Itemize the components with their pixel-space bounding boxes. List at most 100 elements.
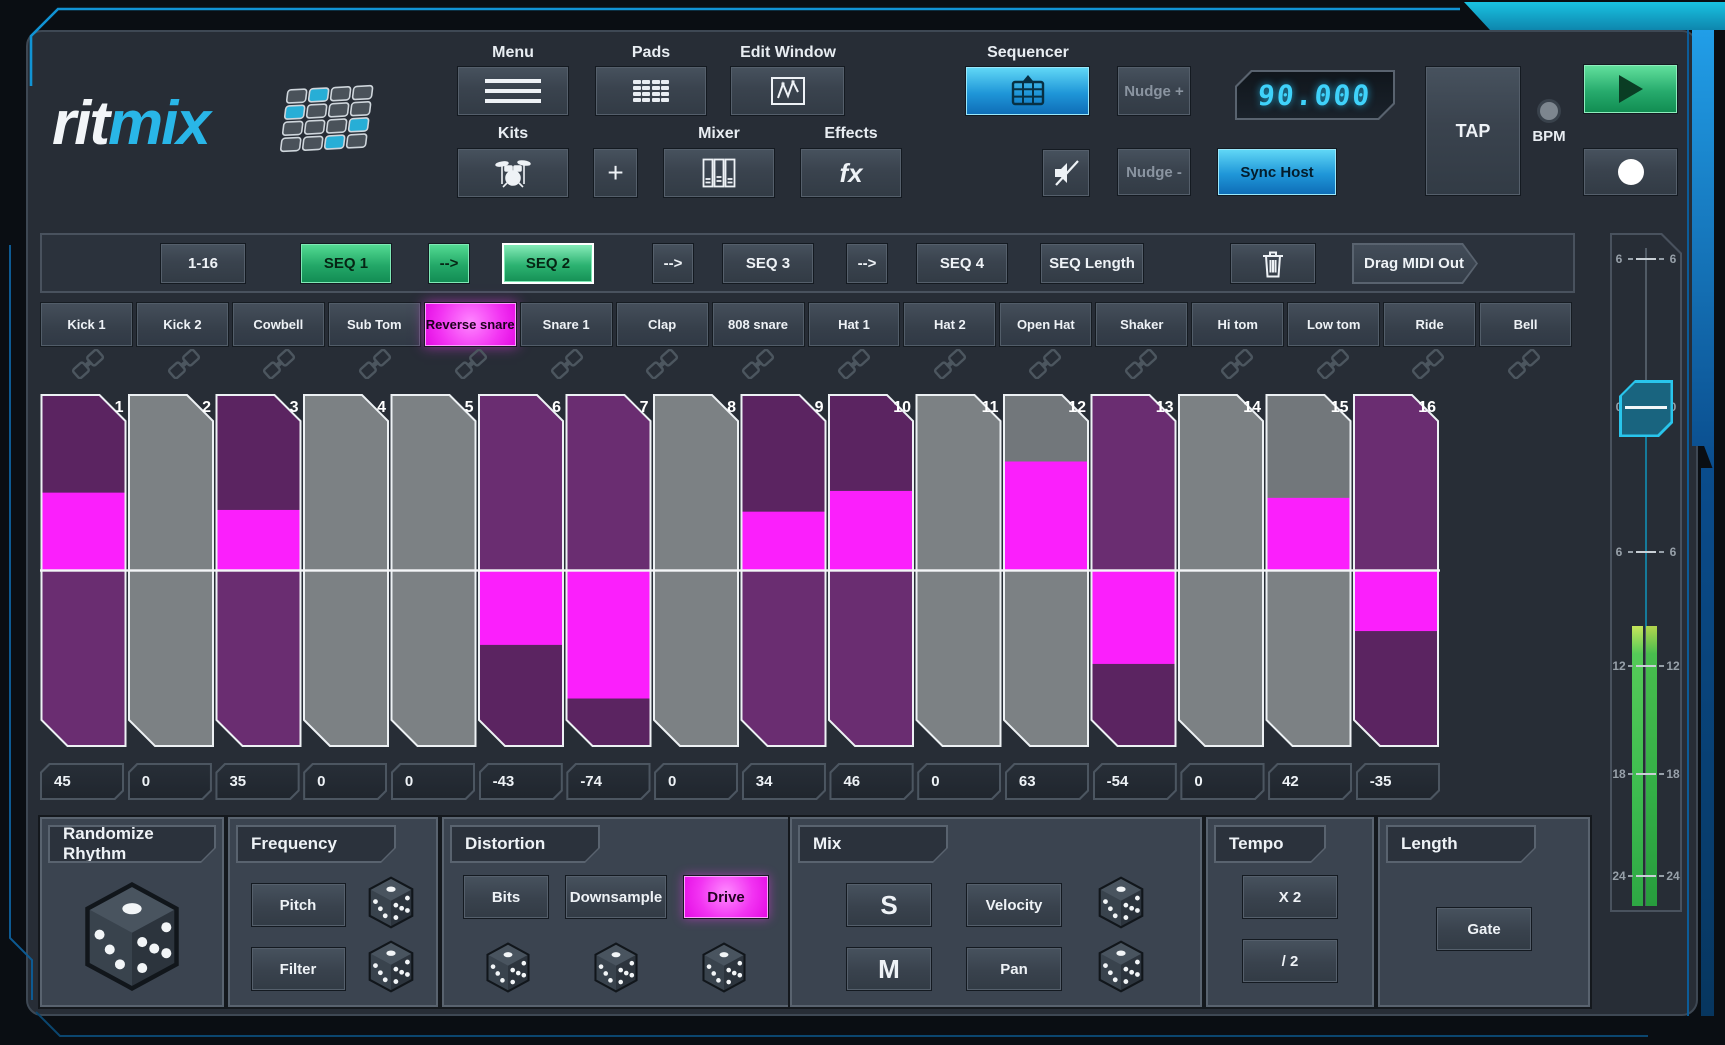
clear-button[interactable]: [1230, 243, 1316, 284]
track-link-icon[interactable]: [615, 349, 711, 379]
play-button[interactable]: [1583, 64, 1678, 114]
tap-button[interactable]: TAP: [1425, 66, 1521, 196]
step-value-box[interactable]: 35: [215, 763, 299, 800]
track-button-bell[interactable]: Bell: [1479, 302, 1572, 347]
step-value-box[interactable]: 42: [1268, 763, 1352, 800]
filter-button[interactable]: Filter: [251, 947, 346, 991]
track-link-icon[interactable]: [232, 349, 328, 379]
track-button-open-hat[interactable]: Open Hat: [999, 302, 1092, 347]
track-button-low-tom[interactable]: Low tom: [1287, 302, 1380, 347]
effects-button[interactable]: fx: [800, 148, 902, 198]
mute-button[interactable]: [1042, 149, 1090, 197]
step-value-box[interactable]: 0: [303, 763, 387, 800]
pitch-button[interactable]: Pitch: [251, 883, 346, 927]
edit-window-button[interactable]: [730, 66, 845, 116]
kits-button[interactable]: [457, 148, 569, 198]
seq-3-button[interactable]: SEQ 3: [722, 243, 814, 284]
track-link-icon[interactable]: [1285, 349, 1381, 379]
seq-arrow-2[interactable]: -->: [652, 243, 694, 284]
bpm-display[interactable]: 90.000: [1235, 70, 1395, 120]
solo-button[interactable]: S: [846, 883, 932, 927]
track-button-snare-1[interactable]: Snare 1: [520, 302, 613, 347]
nudge-plus-button[interactable]: Nudge +: [1117, 66, 1191, 116]
step-value-box[interactable]: 0: [917, 763, 1001, 800]
nudge-minus-button[interactable]: Nudge -: [1117, 148, 1191, 196]
dice-icon[interactable]: [366, 939, 416, 999]
track-link-icon[interactable]: [1381, 349, 1477, 379]
seq-arrow-1[interactable]: -->: [428, 243, 470, 284]
step-value-box[interactable]: -35: [1356, 763, 1440, 800]
dice-icon[interactable]: [700, 941, 748, 999]
menu-button[interactable]: [457, 66, 569, 116]
track-link-icon[interactable]: [998, 349, 1094, 379]
track-link-icon[interactable]: [1093, 349, 1189, 379]
seq-4-button[interactable]: SEQ 4: [916, 243, 1008, 284]
velocity-button[interactable]: Velocity: [966, 883, 1062, 927]
dice-icon[interactable]: [80, 879, 184, 999]
track-button-kick-2[interactable]: Kick 2: [136, 302, 229, 347]
track-button-sub-tom[interactable]: Sub Tom: [328, 302, 421, 347]
seq-arrow-3[interactable]: -->: [846, 243, 888, 284]
track-button-reverse-snare[interactable]: Reverse snare: [424, 302, 517, 347]
add-button[interactable]: +: [593, 148, 638, 198]
step-range-button[interactable]: 1-16: [160, 243, 246, 284]
track-button-808-snare[interactable]: 808 snare: [712, 302, 805, 347]
track-link-icon[interactable]: [327, 349, 423, 379]
track-link-icon[interactable]: [710, 349, 806, 379]
step-grid[interactable]: 12345678910111213141516: [40, 393, 1440, 748]
step-value-box[interactable]: 0: [391, 763, 475, 800]
step-value-box[interactable]: 0: [1180, 763, 1264, 800]
track-button-ride[interactable]: Ride: [1383, 302, 1476, 347]
dice-icon[interactable]: [484, 941, 532, 999]
track-button-shaker[interactable]: Shaker: [1095, 302, 1188, 347]
grid-center-line: [40, 569, 1440, 571]
sequencer-button[interactable]: [965, 66, 1090, 116]
gate-button[interactable]: Gate: [1436, 907, 1532, 951]
edit-window-icon: [769, 75, 807, 107]
mute-track-button[interactable]: M: [846, 947, 932, 991]
track-button-cowbell[interactable]: Cowbell: [232, 302, 325, 347]
pads-button[interactable]: [595, 66, 707, 116]
sync-host-button[interactable]: Sync Host: [1217, 148, 1337, 196]
step-value-box[interactable]: 0: [128, 763, 212, 800]
track-link-icon[interactable]: [902, 349, 998, 379]
seq-length-button[interactable]: SEQ Length: [1040, 243, 1144, 284]
track-link-icon[interactable]: [1189, 349, 1285, 379]
track-link-icon[interactable]: [1476, 349, 1572, 379]
step-value-box[interactable]: 46: [829, 763, 913, 800]
track-button-hi-tom[interactable]: Hi tom: [1191, 302, 1284, 347]
step-value-box[interactable]: 45: [40, 763, 124, 800]
step-value-box[interactable]: -43: [479, 763, 563, 800]
record-button[interactable]: [1583, 148, 1678, 196]
dice-icon[interactable]: [366, 875, 416, 935]
fader-handle[interactable]: [1619, 380, 1673, 437]
track-link-icon[interactable]: [806, 349, 902, 379]
drag-midi-out-button[interactable]: Drag MIDI Out: [1352, 243, 1478, 284]
pan-button[interactable]: Pan: [966, 947, 1062, 991]
drive-button[interactable]: Drive: [683, 875, 769, 919]
track-button-hat-1[interactable]: Hat 1: [808, 302, 901, 347]
track-link-icon[interactable]: [40, 349, 136, 379]
dice-icon[interactable]: [592, 941, 640, 999]
step-value-box[interactable]: -54: [1093, 763, 1177, 800]
mixer-button[interactable]: [663, 148, 775, 198]
track-button-kick-1[interactable]: Kick 1: [40, 302, 133, 347]
seq-2-button[interactable]: SEQ 2: [502, 243, 594, 284]
track-link-icon[interactable]: [136, 349, 232, 379]
step-value-box[interactable]: 63: [1005, 763, 1089, 800]
downsample-button[interactable]: Downsample: [565, 875, 667, 919]
seq-1-button[interactable]: SEQ 1: [300, 243, 392, 284]
dice-icon[interactable]: [1096, 875, 1146, 935]
step-value-box[interactable]: 0: [654, 763, 738, 800]
step-value-box[interactable]: 34: [742, 763, 826, 800]
tempo-x2-button[interactable]: X 2: [1242, 875, 1338, 919]
track-button-clap[interactable]: Clap: [616, 302, 709, 347]
track-link-icon[interactable]: [519, 349, 615, 379]
bits-button[interactable]: Bits: [463, 875, 549, 919]
track-link-icon[interactable]: [423, 349, 519, 379]
kits-label: Kits: [498, 125, 528, 143]
dice-icon[interactable]: [1096, 939, 1146, 999]
track-button-hat-2[interactable]: Hat 2: [903, 302, 996, 347]
step-value-box[interactable]: -74: [566, 763, 650, 800]
tempo-div2-button[interactable]: / 2: [1242, 939, 1338, 983]
